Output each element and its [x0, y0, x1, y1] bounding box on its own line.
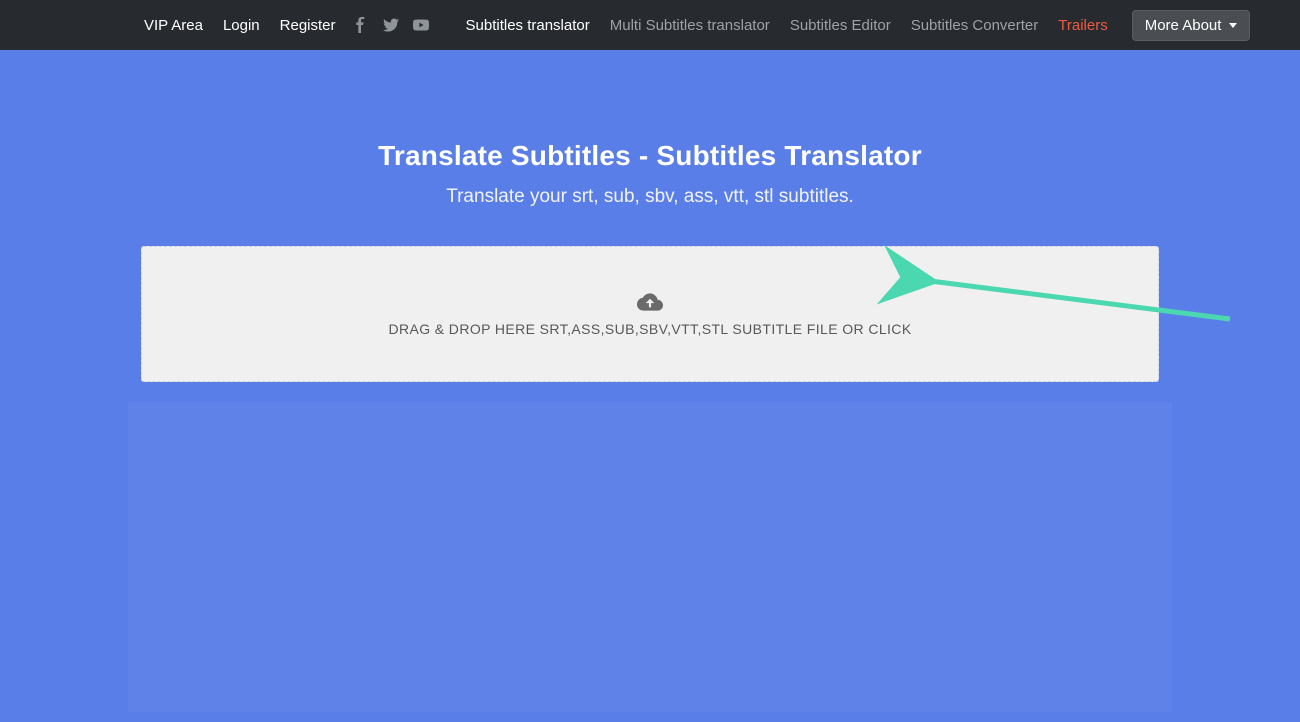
- page-title: Translate Subtitles - Subtitles Translat…: [0, 140, 1300, 172]
- nav-subtitles-converter[interactable]: Subtitles Converter: [907, 11, 1043, 40]
- dropzone-text: DRAG & DROP HERE SRT,ASS,SUB,SBV,VTT,STL…: [388, 321, 911, 337]
- nav-multi-subtitles[interactable]: Multi Subtitles translator: [606, 11, 774, 40]
- youtube-icon[interactable]: [412, 16, 430, 34]
- more-about-label: More About: [1145, 17, 1222, 34]
- nav-trailers[interactable]: Trailers: [1054, 11, 1111, 40]
- cloud-upload-icon: [637, 291, 663, 313]
- file-dropzone[interactable]: DRAG & DROP HERE SRT,ASS,SUB,SBV,VTT,STL…: [141, 246, 1159, 382]
- more-about-dropdown[interactable]: More About: [1132, 10, 1251, 41]
- nav-register[interactable]: Register: [276, 11, 340, 40]
- navbar: VIP Area Login Register Subtitles transl…: [0, 0, 1300, 50]
- facebook-icon[interactable]: [352, 16, 370, 34]
- twitter-icon[interactable]: [382, 16, 400, 34]
- nav-subtitles-translator[interactable]: Subtitles translator: [462, 11, 594, 40]
- main-content: Translate Subtitles - Subtitles Translat…: [0, 50, 1300, 712]
- page-subtitle: Translate your srt, sub, sbv, ass, vtt, …: [0, 186, 1300, 208]
- chevron-down-icon: [1229, 23, 1237, 28]
- nav-login[interactable]: Login: [219, 11, 264, 40]
- dropzone-container: DRAG & DROP HERE SRT,ASS,SUB,SBV,VTT,STL…: [141, 246, 1159, 382]
- lower-panel-placeholder: [128, 402, 1172, 712]
- nav-left-group: VIP Area Login Register: [140, 11, 430, 40]
- nav-vip[interactable]: VIP Area: [140, 11, 207, 40]
- nav-subtitles-editor[interactable]: Subtitles Editor: [786, 11, 895, 40]
- nav-center-group: Subtitles translator Multi Subtitles tra…: [462, 10, 1251, 41]
